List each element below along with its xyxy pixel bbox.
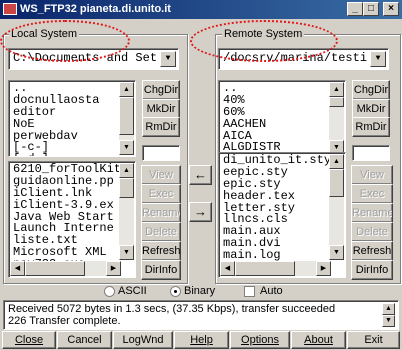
scroll-down-icon[interactable]: ▼ (382, 315, 395, 327)
local-path-value: C:\Documents and Set (13, 51, 158, 65)
help-button-label: Help (190, 334, 213, 346)
local-path-dropdown-icon[interactable]: ▼ (160, 51, 176, 67)
remote-file-hscrollbar[interactable]: ◀ ▶ (220, 261, 331, 276)
auto-checkbox[interactable] (244, 286, 255, 297)
radio-selected-dot (174, 290, 177, 293)
scroll-right-icon[interactable]: ▶ (106, 261, 121, 276)
local-system-label: Local System (9, 28, 80, 40)
maximize-button[interactable]: □ (363, 2, 379, 16)
remote-chgdir-button[interactable]: ChgDir (352, 80, 390, 100)
minimize-button[interactable]: _ (347, 2, 363, 16)
local-view-button[interactable]: View (141, 165, 181, 185)
status-line-2: 226 Transfer complete. (8, 315, 121, 327)
logwnd-button[interactable]: LogWnd (113, 331, 173, 349)
status-log: Received 5072 bytes in 1.3 secs, (37.35 … (3, 300, 399, 330)
local-refresh-button[interactable]: Refresh (141, 241, 181, 261)
local-dir-list[interactable]: ..docnullaostaeditorNoEperwebdav[-c-][-d… (8, 80, 136, 157)
remote-path-dropdown-icon[interactable]: ▼ (370, 51, 386, 67)
window-title: WS_FTP32 pianeta.di.unito.it (20, 3, 171, 15)
remote-dirinfo-button[interactable]: DirInfo (351, 260, 393, 280)
upload-arrow-button[interactable]: → (189, 202, 212, 222)
binary-label: Binary (184, 285, 216, 297)
scroll-left-icon[interactable]: ◀ (10, 261, 25, 276)
close-button[interactable]: Close (2, 331, 56, 349)
exit-button-label: Exit (364, 334, 383, 346)
remote-rmdir-button[interactable]: RmDir (352, 117, 390, 137)
local-path-combo[interactable]: C:\Documents and Set ▼ (8, 48, 179, 70)
scroll-up-icon[interactable]: ▲ (119, 163, 134, 178)
scroll-thumb[interactable] (119, 97, 134, 135)
local-filter-input[interactable] (142, 145, 180, 161)
remote-dir-list[interactable]: ..40%60%AACHENAICAALGDISTRBARTOLI ▲ ▼ (218, 80, 346, 157)
local-file-list[interactable]: 6210_forToolKit guidaonline.pp iClient.lnk… (8, 161, 136, 278)
status-line-1: Received 5072 bytes in 1.3 secs, (37.35 … (8, 303, 336, 315)
scroll-up-icon[interactable]: ▲ (329, 154, 344, 169)
remote-file-scrollbar[interactable]: ▲ ▼ (329, 154, 344, 260)
scroll-up-icon[interactable]: ▲ (329, 82, 344, 97)
local-delete-button[interactable]: Delete (141, 222, 181, 242)
ascii-label: ASCII (118, 285, 147, 297)
local-dir-scrollbar[interactable]: ▲ ▼ (119, 82, 134, 155)
remote-delete-button[interactable]: Delete (351, 222, 393, 242)
local-file-scrollbar[interactable]: ▲ ▼ (119, 163, 134, 260)
close-window-button[interactable]: × (383, 2, 399, 16)
remote-exec-button[interactable]: Exec (351, 184, 393, 204)
close-button-label: Close (14, 334, 44, 346)
remote-mkdir-button[interactable]: MkDir (352, 99, 390, 119)
local-mkdir-button[interactable]: MkDir (142, 99, 180, 119)
about-button-label: About (304, 334, 333, 346)
remote-filter-input[interactable] (352, 145, 390, 161)
local-dir-list-item[interactable]: [-d-] (13, 153, 99, 156)
scroll-down-icon[interactable]: ▼ (119, 140, 134, 155)
auto-label: Auto (260, 285, 283, 297)
title-bar[interactable]: WS_FTP32 pianeta.di.unito.it _ □ × (0, 0, 402, 19)
options-button[interactable]: Options (230, 331, 290, 349)
cancel-button-label: Cancel (67, 334, 102, 346)
status-log-scrollbar[interactable]: ▲ ▼ (382, 303, 395, 327)
ascii-radio[interactable] (104, 286, 115, 297)
remote-file-list[interactable]: di_unito_it.sty eepic.sty epic.sty header.t… (218, 152, 346, 278)
remote-view-button[interactable]: View (351, 165, 393, 185)
scroll-up-icon[interactable]: ▲ (382, 303, 395, 315)
scroll-up-icon[interactable]: ▲ (119, 82, 134, 97)
local-dirinfo-button[interactable]: DirInfo (141, 260, 181, 280)
scroll-right-icon[interactable]: ▶ (316, 261, 331, 276)
scroll-left-icon[interactable]: ◀ (220, 261, 235, 276)
remote-dir-scrollbar[interactable]: ▲ ▼ (329, 82, 344, 155)
remote-file-items: di_unito_it.sty eepic.sty epic.sty header.t… (223, 154, 331, 262)
logwnd-button-label: LogWnd (122, 334, 164, 346)
binary-radio[interactable] (170, 286, 181, 297)
download-arrow-button[interactable]: ← (189, 165, 212, 185)
scroll-thumb[interactable] (25, 261, 85, 276)
scroll-thumb[interactable] (235, 261, 295, 276)
remote-path-combo[interactable]: /docsrv/marina/testi ▼ (218, 48, 389, 70)
about-button[interactable]: About (291, 331, 346, 349)
local-rmdir-button[interactable]: RmDir (142, 117, 180, 137)
scroll-down-icon[interactable]: ▼ (329, 245, 344, 260)
exit-button[interactable]: Exit (347, 331, 400, 349)
scroll-thumb[interactable] (329, 97, 344, 107)
scroll-down-icon[interactable]: ▼ (119, 245, 134, 260)
local-exec-button[interactable]: Exec (141, 184, 181, 204)
local-rename-button[interactable]: Rename (141, 203, 181, 223)
local-chgdir-button[interactable]: ChgDir (142, 80, 180, 100)
remote-rename-button[interactable]: Rename (351, 203, 393, 223)
local-file-hscrollbar[interactable]: ◀ ▶ (10, 261, 121, 276)
local-dir-items: ..docnullaostaeditorNoEperwebdav[-c-][-d… (13, 82, 99, 156)
remote-refresh-button[interactable]: Refresh (351, 241, 393, 261)
app-icon (3, 3, 17, 15)
scroll-thumb[interactable] (329, 169, 344, 197)
remote-dir-items: ..40%60%AACHENAICAALGDISTRBARTOLI (223, 82, 281, 156)
remote-path-value: /docsrv/marina/testi (223, 51, 368, 65)
local-file-items: 6210_forToolKit guidaonline.pp iClient.lnk… (13, 163, 121, 271)
cancel-button[interactable]: Cancel (57, 331, 112, 349)
remote-system-label: Remote System (222, 28, 305, 40)
scroll-thumb[interactable] (119, 178, 134, 198)
options-button-label: Options (241, 334, 279, 346)
help-button[interactable]: Help (174, 331, 229, 349)
